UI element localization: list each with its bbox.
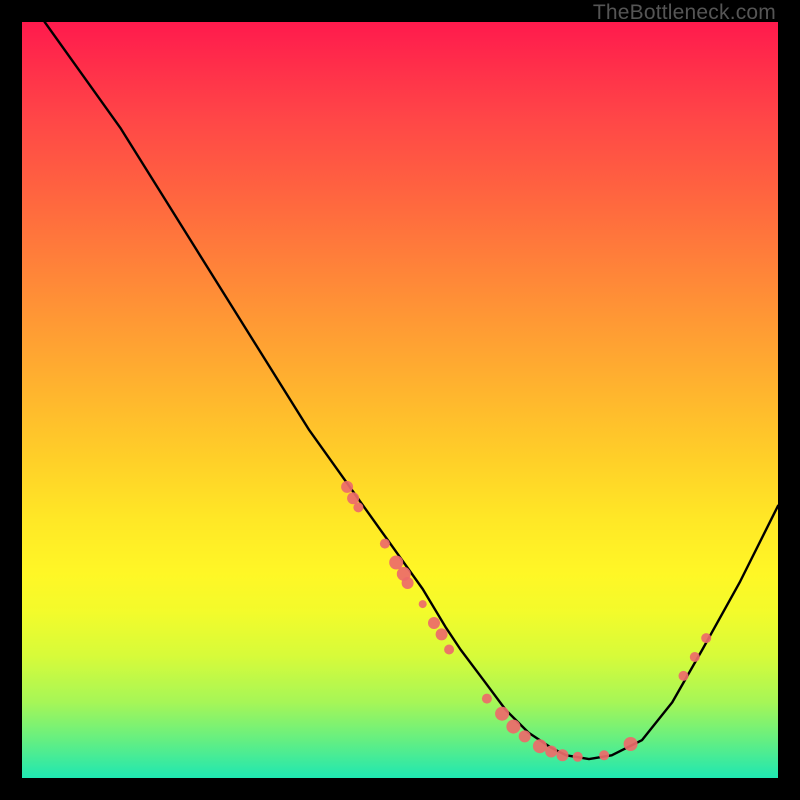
data-point-marker	[573, 752, 583, 762]
data-point-marker	[557, 749, 569, 761]
data-point-marker	[533, 739, 547, 753]
data-point-marker	[428, 617, 440, 629]
markers-group	[341, 481, 711, 762]
data-point-marker	[341, 481, 353, 493]
data-point-marker	[690, 652, 700, 662]
data-point-marker	[679, 671, 689, 681]
chart-svg	[22, 22, 778, 778]
data-point-marker	[444, 645, 454, 655]
data-point-marker	[519, 730, 531, 742]
data-point-marker	[347, 492, 359, 504]
data-point-marker	[545, 746, 557, 758]
chart-frame	[22, 22, 778, 778]
data-point-marker	[380, 539, 390, 549]
data-point-marker	[701, 633, 711, 643]
data-point-marker	[389, 556, 403, 570]
data-point-marker	[624, 737, 638, 751]
data-point-marker	[482, 694, 492, 704]
data-point-marker	[402, 577, 414, 589]
data-point-marker	[353, 502, 363, 512]
curve-line-group	[45, 22, 778, 759]
bottleneck-curve	[45, 22, 778, 759]
data-point-marker	[599, 750, 609, 760]
plot-area	[22, 22, 778, 778]
data-point-marker	[419, 600, 427, 608]
data-point-marker	[506, 720, 520, 734]
data-point-marker	[436, 628, 448, 640]
data-point-marker	[495, 707, 509, 721]
